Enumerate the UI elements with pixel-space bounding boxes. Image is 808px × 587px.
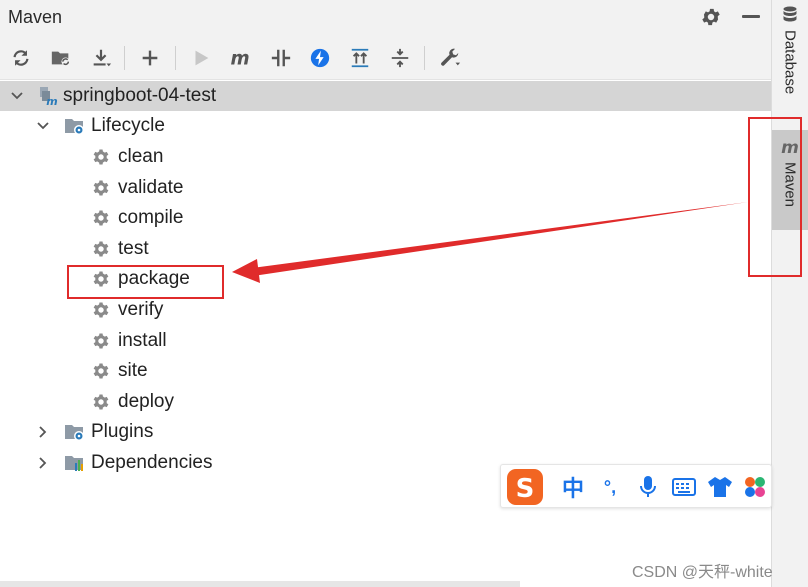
svg-text:S: S xyxy=(516,474,535,504)
gear-icon xyxy=(93,363,109,379)
project-name: springboot-04-test xyxy=(63,85,217,106)
maven-module-icon: m xyxy=(40,87,58,106)
annotation-highlight-package xyxy=(67,265,224,299)
run-button[interactable] xyxy=(188,45,214,71)
ime-chinese-mode-button[interactable]: 中 xyxy=(557,473,589,501)
gear-icon xyxy=(93,333,109,349)
lifecycle-phase-verify[interactable]: verify xyxy=(0,295,771,325)
lifecycle-phase-label: compile xyxy=(118,207,184,229)
collapse-all-button[interactable] xyxy=(387,45,413,71)
chevron-down-icon[interactable] xyxy=(9,88,25,104)
download-icon xyxy=(93,49,112,67)
panel-title: Maven xyxy=(8,7,63,27)
horizontal-scrollbar[interactable] xyxy=(0,581,520,587)
toolbar-separator xyxy=(424,46,425,70)
generate-sources-button[interactable] xyxy=(48,45,74,71)
expand-all-icon xyxy=(351,48,369,68)
lifecycle-folder-icon xyxy=(65,119,84,135)
maven-toolbar: m xyxy=(0,36,771,80)
gear-icon[interactable] xyxy=(700,6,722,28)
wrench-icon xyxy=(441,48,461,66)
skin-shirt-icon[interactable] xyxy=(705,473,735,501)
download-sources-button[interactable] xyxy=(88,45,114,71)
panel-header: Maven xyxy=(0,0,771,36)
sogou-logo-icon[interactable]: S xyxy=(505,468,545,506)
microphone-icon[interactable] xyxy=(633,473,663,501)
annotation-highlight-maven-tab xyxy=(748,117,802,277)
maven-settings-button[interactable] xyxy=(437,45,463,71)
lifecycle-phase-compile[interactable]: compile xyxy=(0,203,771,233)
tree-node-lifecycle[interactable]: Lifecycle xyxy=(0,111,771,141)
lifecycle-phase-test[interactable]: test xyxy=(0,234,771,264)
collapse-all-icon xyxy=(391,48,409,68)
lifecycle-phase-label: verify xyxy=(118,299,164,320)
lifecycle-phase-label: test xyxy=(118,237,149,259)
ime-toolbar: S 中 °, xyxy=(500,464,772,508)
offline-icon xyxy=(271,49,291,67)
maven-m-icon: m xyxy=(230,48,249,69)
toggle-skip-tests-button[interactable] xyxy=(307,45,333,71)
lifecycle-phase-deploy[interactable]: deploy xyxy=(0,387,771,417)
lifecycle-phase-validate[interactable]: validate xyxy=(0,173,771,203)
lifecycle-phase-site[interactable]: site xyxy=(0,356,771,386)
minimize-icon[interactable] xyxy=(742,15,760,18)
plus-icon xyxy=(142,50,158,66)
lifecycle-phase-label: install xyxy=(118,329,167,351)
svg-text:m: m xyxy=(46,95,57,106)
gear-icon xyxy=(93,394,109,410)
skip-tests-icon xyxy=(310,48,330,68)
tree-root-project[interactable]: m springboot-04-test xyxy=(0,81,771,111)
reload-button[interactable] xyxy=(8,45,34,71)
gear-icon xyxy=(93,149,109,165)
add-project-button[interactable] xyxy=(137,45,163,71)
toolbar-separator xyxy=(175,46,176,70)
database-tab-label: Database xyxy=(781,30,799,95)
run-icon xyxy=(195,50,209,66)
toolbar-separator xyxy=(124,46,125,70)
right-tool-strip: Database m Maven xyxy=(771,0,808,587)
chevron-right-icon[interactable] xyxy=(35,424,51,440)
lifecycle-phase-install[interactable]: install xyxy=(0,326,771,356)
database-tab[interactable]: Database xyxy=(772,6,808,110)
keyboard-icon[interactable] xyxy=(669,473,699,501)
dependencies-folder-icon xyxy=(65,456,83,471)
watermark: CSDN @天秤-white xyxy=(632,564,773,581)
chevron-right-icon[interactable] xyxy=(35,455,51,471)
show-dependencies-button[interactable] xyxy=(347,45,373,71)
gear-icon xyxy=(93,210,109,226)
svg-text:m: m xyxy=(230,48,249,69)
gear-icon xyxy=(93,241,109,257)
ime-punctuation-button[interactable]: °, xyxy=(595,473,625,501)
toggle-offline-button[interactable] xyxy=(268,45,294,71)
execute-goal-button[interactable]: m xyxy=(227,45,253,71)
database-icon xyxy=(783,6,797,22)
lifecycle-phase-clean[interactable]: clean xyxy=(0,142,771,172)
plugins-folder-icon xyxy=(65,425,84,441)
plugins-label: Plugins xyxy=(91,421,154,442)
reload-icon xyxy=(13,50,29,66)
toolbox-apps-icon[interactable] xyxy=(741,473,769,501)
lifecycle-phase-label: clean xyxy=(118,146,164,167)
lifecycle-label: Lifecycle xyxy=(91,115,165,136)
tree-node-plugins[interactable]: Plugins xyxy=(0,417,771,447)
gear-icon xyxy=(93,180,109,196)
lifecycle-phase-label: deploy xyxy=(118,390,174,412)
folder-refresh-icon xyxy=(51,51,70,66)
gear-icon xyxy=(93,302,109,318)
lifecycle-phase-label: validate xyxy=(118,176,184,198)
lifecycle-phase-label: site xyxy=(118,360,148,382)
dependencies-label: Dependencies xyxy=(91,452,213,473)
chevron-down-icon[interactable] xyxy=(35,118,51,134)
